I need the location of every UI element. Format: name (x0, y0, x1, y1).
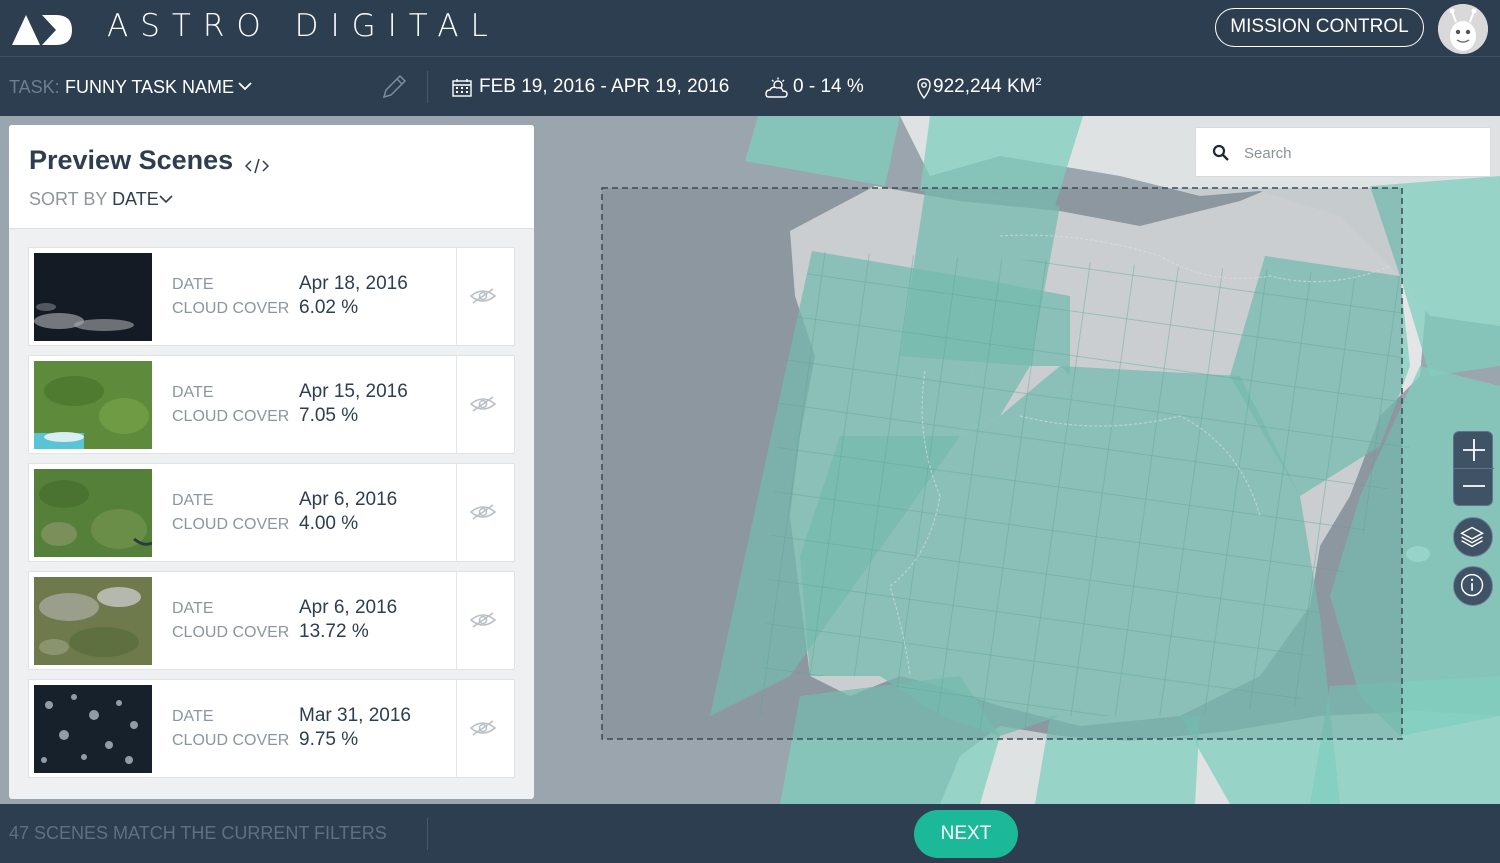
bottom-bar: 47 SCENES MATCH THE CURRENT FILTERS NEXT (0, 804, 1500, 863)
task-name-dropdown[interactable]: FUNNY TASK NAME (65, 77, 234, 98)
scene-values: Apr 18, 2016 6.02 % (299, 272, 408, 320)
cloud-cover-label: CLOUD COVER (172, 516, 290, 533)
sort-dropdown[interactable]: SORT BY DATE (29, 189, 159, 210)
scene-labels: DATE CLOUD COVER (172, 597, 289, 645)
scene-thumbnail (34, 685, 152, 773)
scene-thumbnail (34, 577, 152, 665)
scene-thumbnail (34, 253, 152, 341)
info-button[interactable] (1453, 566, 1493, 606)
calendar-icon (452, 79, 472, 97)
divider (456, 464, 457, 561)
task-label: TASK: (9, 77, 60, 97)
sort-value: DATE (112, 189, 159, 209)
info-icon (1460, 573, 1484, 597)
cloud-sun-icon (765, 77, 788, 98)
eye-off-icon[interactable] (469, 502, 497, 522)
scene-cloud-cover: 6.02 % (299, 297, 359, 318)
code-icon[interactable] (245, 158, 269, 174)
divider (427, 818, 428, 850)
preview-scenes-panel: Preview Scenes SORT BY DATE DATE CLOUD C… (9, 125, 534, 799)
scene-cloud-cover: 13.72 % (299, 621, 369, 642)
divider (456, 356, 457, 453)
scene-values: Mar 31, 2016 9.75 % (299, 704, 411, 752)
scene-values: Apr 6, 2016 13.72 % (299, 596, 397, 644)
zoom-control (1453, 431, 1494, 506)
layers-button[interactable] (1453, 517, 1493, 557)
eye-off-icon[interactable] (469, 718, 497, 738)
area-unit-superscript: 2 (1035, 76, 1042, 88)
scene-date: Mar 31, 2016 (299, 705, 411, 726)
task-bar: TASK: FUNNY TASK NAME FEB 19, 2016 - APR… (0, 57, 1500, 116)
scene-thumbnail (34, 469, 152, 557)
panel-title: Preview Scenes (29, 145, 234, 175)
area-value: 922,244 KM (933, 76, 1036, 97)
layers-icon (1460, 526, 1484, 548)
scene-card[interactable]: DATE CLOUD COVER Apr 6, 2016 13.72 % (28, 571, 515, 670)
zoom-in-button[interactable] (1454, 432, 1494, 469)
scene-card[interactable]: DATE CLOUD COVER Apr 18, 2016 6.02 % (28, 247, 515, 346)
scene-values: Apr 15, 2016 7.05 % (299, 380, 408, 428)
eye-off-icon[interactable] (469, 286, 497, 306)
scene-date: Apr 6, 2016 (299, 597, 398, 618)
alien-avatar[interactable] (1438, 4, 1488, 54)
map-search (1195, 127, 1491, 177)
scene-card[interactable]: DATE CLOUD COVER Apr 15, 2016 7.05 % (28, 355, 515, 454)
scene-date: Apr 15, 2016 (299, 381, 408, 402)
date-label: DATE (172, 276, 214, 293)
eye-off-icon[interactable] (469, 610, 497, 630)
chevron-down-icon[interactable] (159, 194, 173, 204)
scene-date: Apr 18, 2016 (299, 273, 408, 294)
next-button[interactable]: NEXT (914, 810, 1018, 858)
chevron-down-icon[interactable] (236, 79, 254, 93)
divider (456, 572, 457, 669)
date-label: DATE (172, 600, 214, 617)
plus-icon (1463, 439, 1485, 461)
date-label: DATE (172, 708, 214, 725)
eye-off-icon[interactable] (469, 394, 497, 414)
astro-digital-logo[interactable] (12, 13, 74, 45)
scene-thumbnail (34, 361, 152, 449)
match-count-text: 47 SCENES MATCH THE CURRENT FILTERS (9, 823, 387, 843)
cloud-cover-label: CLOUD COVER (172, 408, 290, 425)
scene-date: Apr 6, 2016 (299, 489, 398, 510)
date-label: DATE (172, 384, 214, 401)
date-label: DATE (172, 492, 214, 509)
scene-labels: DATE CLOUD COVER (172, 489, 289, 537)
scene-cloud-cover: 4.00 % (299, 513, 359, 534)
zoom-out-button[interactable] (1454, 469, 1494, 506)
search-input[interactable] (1244, 140, 1474, 166)
mission-control-button[interactable]: MISSION CONTROL (1215, 8, 1424, 47)
scene-card[interactable]: DATE CLOUD COVER Apr 6, 2016 4.00 % (28, 463, 515, 562)
sort-prefix: SORT BY (29, 189, 108, 209)
scene-cloud-cover: 9.75 % (299, 729, 359, 750)
scene-labels: DATE CLOUD COVER (172, 273, 289, 321)
scene-labels: DATE CLOUD COVER (172, 705, 289, 753)
selection-area[interactable] (601, 187, 1403, 740)
cloud-cover-label: CLOUD COVER (172, 624, 290, 641)
date-range[interactable]: FEB 19, 2016 - APR 19, 2016 (479, 76, 729, 98)
cloud-cover-range[interactable]: 0 - 14 % (793, 76, 864, 98)
cloud-cover-label: CLOUD COVER (172, 732, 290, 749)
area-size: 922,244 KM2 (933, 76, 1042, 98)
divider (456, 248, 457, 345)
scene-labels: DATE CLOUD COVER (172, 381, 289, 429)
scene-cloud-cover: 7.05 % (299, 405, 359, 426)
brand-name: ASTRO DIGITAL (107, 8, 500, 44)
panel-header: Preview Scenes SORT BY DATE (9, 125, 534, 229)
scene-values: Apr 6, 2016 4.00 % (299, 488, 397, 536)
divider (427, 71, 428, 103)
cloud-cover-label: CLOUD COVER (172, 300, 290, 317)
minus-icon (1463, 485, 1485, 487)
search-icon (1212, 144, 1229, 161)
divider (456, 680, 457, 777)
location-pin-icon (917, 78, 931, 99)
scene-card[interactable]: DATE CLOUD COVER Mar 31, 2016 9.75 % (28, 679, 515, 778)
pencil-icon[interactable] (380, 73, 408, 101)
top-header: ASTRO DIGITAL MISSION CONTROL (0, 0, 1500, 57)
